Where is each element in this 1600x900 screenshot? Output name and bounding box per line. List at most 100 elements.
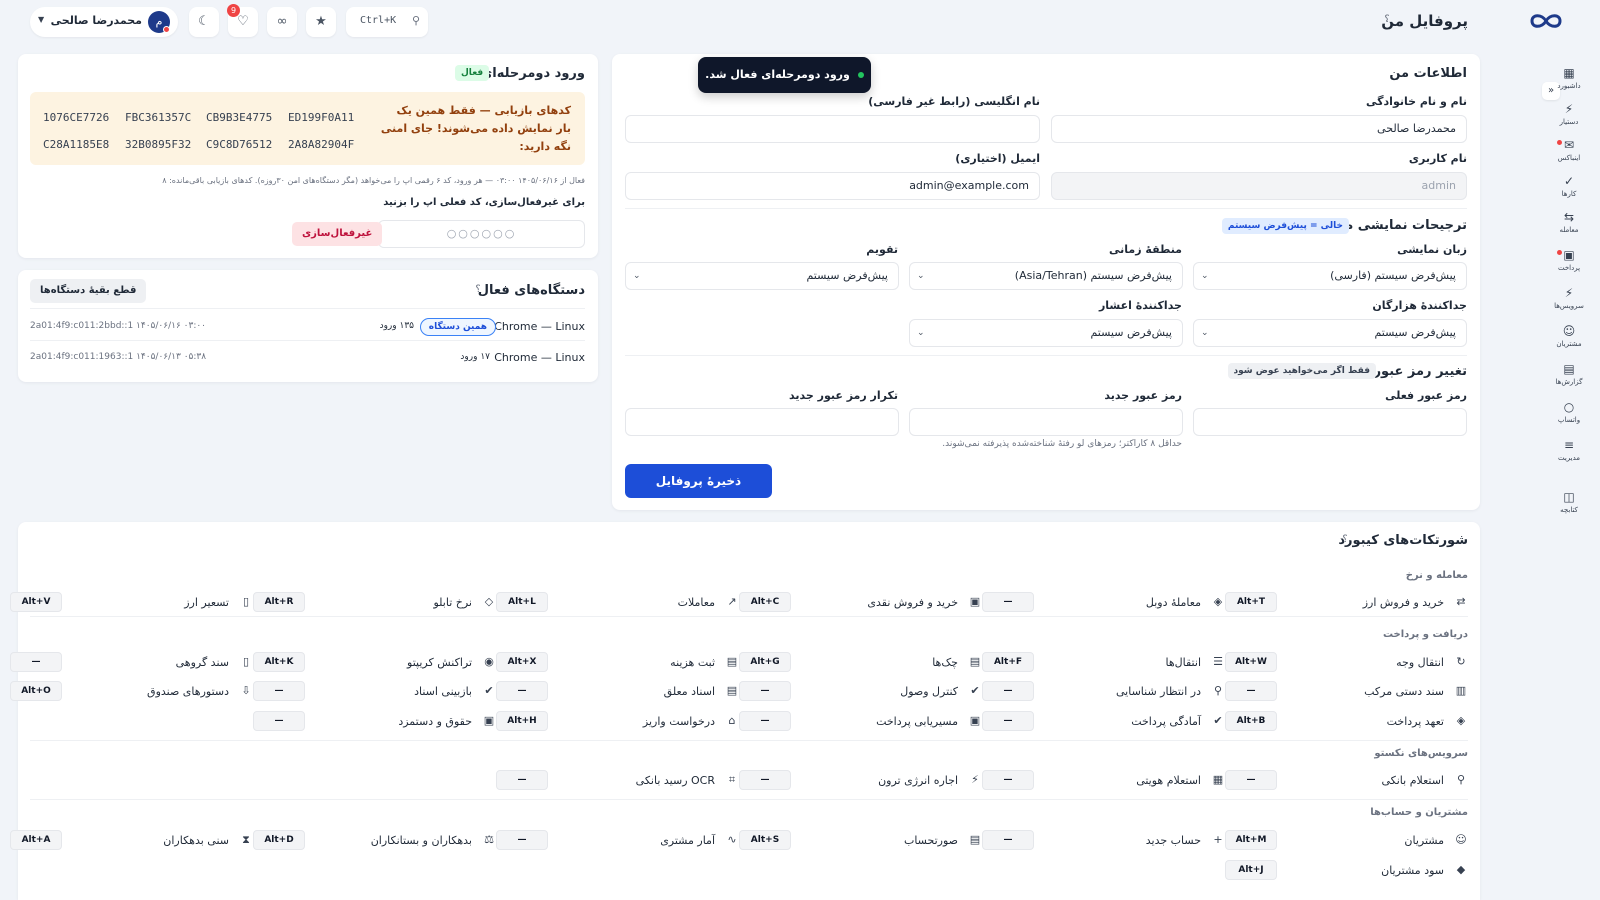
sidebar-item-payment[interactable]: ▣ پرداخت [1550,248,1588,272]
bug-icon: ★ [315,14,327,29]
bell-icon: ♡ [237,14,249,29]
email-field[interactable]: admin@example.com [625,172,1040,200]
bank-icon: ⌂ [728,714,736,727]
shortcut-item[interactable]: ☺ مشتریان Alt+M [1225,830,1468,852]
shortcut-item[interactable]: ☰ انتقال‌ها Alt+F [982,652,1225,674]
shortcut-label: اسناد معلق [663,685,715,698]
english-name-label: نام انگلیسی (رابط غیر فارسی) [868,95,1040,108]
password-tag: فقط اگر می‌خواهید عوض شود [1227,363,1376,379]
shortcut-item[interactable]: ✔ آمادگی پرداخت — [982,711,1225,733]
device-name: Chrome — Linux [494,320,585,333]
shortcut-item[interactable]: ▣ خرید و فروش نقدی Alt+C [739,592,982,614]
sidebar-item-whatsapp[interactable]: ○ واتساپ [1550,400,1588,424]
sidebar-item-dashboard[interactable]: ▦ داشبورد [1550,66,1588,90]
shortcut-label: انتقال وجه [1396,656,1444,669]
recovery-code: 1076CE7726 [43,111,110,124]
shortcut-group-title: سرویس‌های نکستو [1374,748,1468,759]
repeat-password-field[interactable] [625,408,899,436]
shortcut-item[interactable]: ⧗ سنی بدهکاران Alt+A [10,830,253,852]
shortcut-item[interactable]: ↗ معاملات Alt+L [496,592,739,614]
list-icon: ☰ [1213,655,1223,668]
sidebar-item-inbox[interactable]: ✉ اینباکس [1550,138,1588,162]
current-password-field[interactable] [1193,408,1467,436]
sidebar-item-services[interactable]: ⚡ سرویس‌ها [1550,286,1588,310]
full-name-field[interactable]: محمدرضا صالحی [1051,115,1467,143]
shortcut-item[interactable]: ▯ تسعیر ارز Alt+V [10,592,253,614]
shortcut-item[interactable]: ◆ سود مشتریان Alt+J [1225,860,1468,882]
twofa-code-input[interactable]: ○○○○○○ [378,220,585,248]
shortcut-item[interactable]: ◇ نرخ تابلو Alt+R [253,592,496,614]
shortcut-item[interactable]: ▣ مسیریابی پرداخت — [739,711,982,733]
shortcut-item[interactable]: ⚲ در انتظار شناسایی — [982,681,1225,703]
shortcut-item[interactable]: ✔ کنترل وصول — [739,681,982,703]
sidebar-item-customers[interactable]: ☺ مشتریان [1550,324,1588,348]
profile-title: اطلاعات من [1389,66,1467,81]
shortcut-item[interactable]: ⌂ درخواست واریز Alt+H [496,711,739,733]
shortcut-label: حقوق و دستمزد [398,715,472,728]
twofa-title: ورود دومرحله‌ای [480,66,585,81]
sidebar-item-management[interactable]: ≡ مدیریت [1550,438,1588,462]
shortcut-item[interactable]: ◈ معاملهٔ دوبل — [982,592,1225,614]
app-logo[interactable] [1528,10,1564,32]
sidebar-item-reports[interactable]: ▤ گزارش‌ها [1550,362,1588,386]
success-dot [857,72,864,78]
bug-report-button[interactable]: ★ [306,7,336,37]
shortcut-item[interactable]: ⚡ اجاره انرژی ترون — [739,770,982,792]
help-icon[interactable]: ؟ [1380,14,1394,28]
decimal-select[interactable]: پیش‌فرض سیستم [909,319,1183,347]
shortcut-item[interactable]: ↻ انتقال وجه Alt+W [1225,652,1468,674]
shortcut-label: خرید و فروش ارز [1362,596,1444,609]
shortcut-item[interactable]: ▯ سند گروهی — [10,652,253,674]
shortcut-key: — [982,711,1034,731]
link-button[interactable]: ∞ [267,7,297,37]
sidebar-item-handbook[interactable]: ◫ کتابچه [1550,490,1588,514]
shortcut-item[interactable]: ⚲ استعلام بانکی — [1225,770,1468,792]
shortcut-item[interactable]: ▣ حقوق و دستمزد — [253,711,496,733]
exchange-icon: ⇆ [1563,210,1575,224]
tag-icon: ◇ [484,595,494,608]
shortcut-label: صورتحساب [903,834,958,847]
shortcut-label: تراکنش کریپتو [407,656,472,669]
english-name-field[interactable] [625,115,1040,143]
theme-toggle-button[interactable]: ☾ [189,7,219,37]
sidebar-item-label: پرداخت [1557,264,1581,272]
shortcut-key: Alt+R [253,592,305,612]
user-menu[interactable]: م محمدرضا صالحی ▼ [30,7,178,37]
device-row: Chrome — Linux ۱۷ ورود 2a01:4f9:c011:196… [30,347,585,369]
shortcut-item[interactable]: ▤ اسناد معلق — [496,681,739,703]
calendar-select[interactable]: پیش‌فرض سیستم [625,262,899,290]
help-icon[interactable]: ؟ [1338,534,1352,545]
shortcut-item[interactable]: ▤ صورتحساب Alt+S [739,830,982,852]
new-password-field[interactable] [909,408,1183,436]
sidebar-item-tasks[interactable]: ✓ کارها [1550,174,1588,198]
chevron-down-icon: ⌄ [1201,271,1209,281]
shortcut-item[interactable]: ⇄ خرید و فروش ارز Alt+T [1225,592,1468,614]
shortcut-item[interactable]: ⌗ OCR رسید بانکی — [496,770,739,792]
notifications-button[interactable]: ♡ 9 [227,4,258,37]
sidebar-item-trade[interactable]: ⇆ معامله [1550,210,1588,234]
sidebar-item-assistant[interactable]: ⚡ دستیار [1550,102,1588,126]
search-button[interactable]: Ctrl+K ⚲ [346,7,428,37]
shortcut-item[interactable]: ⇩ دستورهای صندوق Alt+O [10,681,253,703]
thousands-select[interactable]: پیش‌فرض سیستم [1193,319,1467,347]
shortcut-item[interactable]: + حساب جدید — [982,830,1225,852]
shortcut-item[interactable]: ▤ ثبت هزینه Alt+X [496,652,739,674]
shortcut-item[interactable]: ▥ سند دستی مرکب — [1225,681,1468,703]
shortcut-item[interactable]: ∿ آمار مشتری — [496,830,739,852]
timezone-select[interactable]: پیش‌فرض سیستم (Asia/Tehran) [909,262,1183,290]
shortcut-item[interactable]: ⚖ بدهکاران و بستانکاران Alt+D [253,830,496,852]
shortcut-item[interactable]: ◉ تراکنش کریپتو Alt+K [253,652,496,674]
save-profile-button[interactable]: ذخیرهٔ پروفایل [625,464,772,498]
search-icon: ⚲ [411,14,420,27]
shortcut-key: Alt+J [1225,860,1277,880]
revoke-other-devices-button[interactable]: قطع بقیهٔ دستگاه‌ها [30,279,147,303]
disable-twofa-button[interactable]: غیرفعال‌سازی [292,222,383,246]
language-select[interactable]: پیش‌فرض سیستم (فارسی) [1193,262,1467,290]
shortcut-label: مسیریابی پرداخت [876,715,958,728]
help-icon[interactable]: ؟ [471,284,485,295]
recovery-code: FBC361357C [125,111,192,124]
shortcut-item[interactable]: ▤ چک‌ها Alt+G [739,652,982,674]
shortcut-item[interactable]: ✔ بازبینی اسناد — [253,681,496,703]
shortcut-item[interactable]: ▦ استعلام هویتی — [982,770,1225,792]
shortcut-item[interactable]: ◈ تعهد پرداخت Alt+B [1225,711,1468,733]
